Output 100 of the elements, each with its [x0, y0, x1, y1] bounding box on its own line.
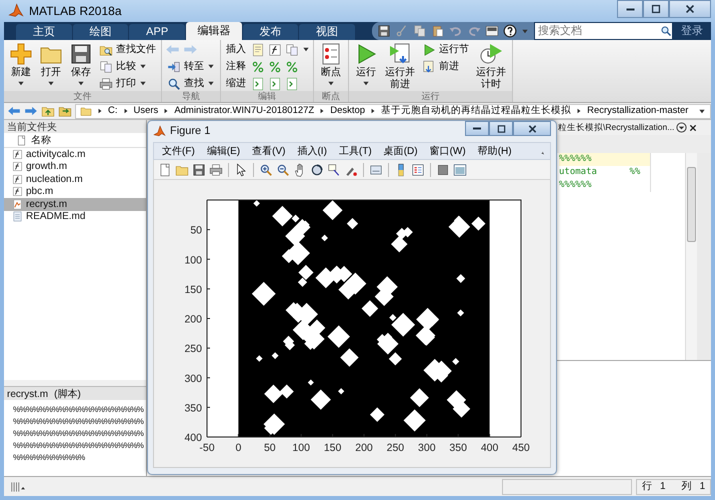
- toolstrip-button[interactable]: 注释: [224, 59, 248, 74]
- close-icon: [684, 3, 696, 15]
- chevron-icon: [97, 107, 103, 115]
- close-button[interactable]: [669, 0, 711, 18]
- close-button[interactable]: [513, 121, 551, 136]
- toolstrip-button[interactable]: 打印: [97, 76, 158, 91]
- indent-icon[interactable]: [285, 76, 299, 90]
- tick-label: 200: [184, 314, 202, 326]
- window-layout-icon[interactable]: [485, 24, 500, 38]
- ribbon-tab[interactable]: 编辑器: [186, 22, 242, 40]
- zoom-in-icon[interactable]: [259, 162, 273, 176]
- data-tip-icon[interactable]: [327, 162, 341, 176]
- toolstrip-button[interactable]: 断点: [317, 42, 345, 91]
- path-segment[interactable]: 基于元胞自动机的再结晶过程晶粒生长模拟: [381, 104, 572, 118]
- toolstrip-button[interactable]: 运行并计时: [473, 42, 509, 91]
- file-item[interactable]: recryst.m: [4, 198, 146, 210]
- toolstrip-button[interactable]: 新建: [7, 42, 35, 91]
- rotate-icon[interactable]: [310, 162, 324, 176]
- indent-icon[interactable]: [251, 76, 265, 90]
- forward-arrow-icon[interactable]: [24, 104, 38, 118]
- file-item[interactable]: README.md: [4, 210, 146, 223]
- ribbon-tab[interactable]: 视图: [299, 24, 356, 40]
- square-icon[interactable]: [436, 162, 450, 176]
- toolstrip-button[interactable]: 缩进: [224, 76, 248, 91]
- toolstrip-button[interactable]: 运行并前进: [382, 42, 418, 91]
- ribbon-tab[interactable]: 主页: [16, 24, 72, 40]
- menu-item[interactable]: 文件(F): [162, 144, 195, 158]
- document-play-icon: [388, 42, 412, 66]
- path-segment[interactable]: C:: [108, 104, 118, 118]
- toolstrip-button[interactable]: 查找文件: [97, 42, 158, 57]
- caret-icon: [207, 80, 215, 87]
- minimize-button[interactable]: [465, 121, 489, 136]
- menu-item[interactable]: 查看(V): [252, 144, 286, 158]
- caret-icon: [77, 80, 85, 87]
- caret-icon: [362, 80, 370, 87]
- path-segment[interactable]: Recrystallization-master: [587, 104, 688, 118]
- copy-icon[interactable]: [413, 24, 428, 38]
- ribbon-tab[interactable]: APP: [129, 24, 186, 40]
- caret-icon: [47, 80, 55, 87]
- sign-in-link[interactable]: 登录: [673, 22, 712, 40]
- save-icon[interactable]: [192, 162, 206, 176]
- printer-icon[interactable]: [209, 162, 223, 176]
- column-header[interactable]: 名称: [31, 132, 51, 148]
- back-arrow-icon[interactable]: [7, 104, 21, 118]
- function-file-icon: [12, 161, 23, 172]
- menu-item[interactable]: 编辑(E): [206, 144, 240, 158]
- scrollbar[interactable]: [685, 153, 697, 360]
- toolstrip-button[interactable]: 转至: [165, 59, 217, 74]
- menu-item[interactable]: 窗口(W): [430, 144, 466, 158]
- document-icon[interactable]: [285, 42, 299, 56]
- file-item[interactable]: nucleation.m: [4, 173, 146, 186]
- toolstrip-button[interactable]: 比较: [97, 59, 158, 74]
- window-icon[interactable]: [453, 162, 467, 176]
- toolstrip-button[interactable]: 保存: [67, 42, 95, 91]
- close-icon[interactable]: [689, 124, 698, 132]
- file-item[interactable]: growth.m: [4, 160, 146, 173]
- toolstrip-button[interactable]: 前进: [420, 59, 471, 74]
- menu-item[interactable]: 插入(I): [297, 144, 327, 158]
- group-label: 文件: [4, 91, 161, 102]
- paste-icon[interactable]: [431, 24, 446, 38]
- path-segment[interactable]: Administrator.WIN7U-20180127Z: [174, 104, 314, 118]
- folder-browse-icon[interactable]: [58, 104, 72, 118]
- matlab-logo-icon: [8, 3, 24, 19]
- toolstrip-button[interactable]: 打开: [37, 42, 65, 91]
- toolstrip-button[interactable]: 插入: [224, 42, 248, 57]
- ribbon-tab[interactable]: 绘图: [72, 24, 128, 40]
- zoom-out-icon[interactable]: [276, 162, 290, 176]
- tick-label: 250: [184, 343, 202, 356]
- path-segment[interactable]: Users: [134, 104, 158, 118]
- folder-up-icon[interactable]: [41, 104, 55, 118]
- link-plot-icon[interactable]: [369, 162, 383, 176]
- toolstrip-button[interactable]: 运行节: [420, 42, 471, 57]
- status-value: 1: [700, 480, 706, 494]
- menu-item[interactable]: 工具(T): [338, 144, 372, 158]
- menu-item[interactable]: 桌面(D): [384, 144, 418, 158]
- tick-label: 400: [184, 432, 202, 444]
- minimize-button[interactable]: [617, 0, 643, 18]
- indent-icon[interactable]: [268, 76, 282, 90]
- ribbon-tab[interactable]: 发布: [242, 24, 298, 40]
- save-icon[interactable]: [377, 24, 392, 38]
- tick-label: 400: [480, 442, 498, 454]
- toolstrip-button[interactable]: 运行: [352, 42, 380, 91]
- address-field[interactable]: C: Users Administrator.WIN7U-20180127Z Desktop 基于元胞自动机的再结晶过程晶粒生长模拟 Recrystallization-master: [75, 104, 712, 118]
- legend-icon[interactable]: [411, 162, 425, 176]
- pointer-icon[interactable]: [234, 162, 248, 176]
- maximize-icon: [650, 3, 662, 15]
- menu-item[interactable]: 帮助(H): [478, 144, 512, 158]
- search-field[interactable]: 搜索文档: [535, 23, 660, 39]
- new-file-icon[interactable]: [158, 162, 172, 176]
- maximize-button[interactable]: [489, 121, 513, 136]
- maximize-button[interactable]: [643, 0, 669, 18]
- caret-icon: [327, 80, 335, 87]
- file-item[interactable]: pbc.m: [4, 186, 146, 198]
- function-icon[interactable]: [268, 42, 282, 56]
- toolstrip-button[interactable]: 查找: [165, 76, 217, 91]
- search-icon[interactable]: [660, 23, 672, 39]
- path-segment[interactable]: Desktop: [330, 104, 366, 118]
- help-icon[interactable]: [503, 24, 518, 38]
- file-item[interactable]: activitycalc.m: [4, 148, 146, 160]
- dropdown-icon[interactable]: [676, 122, 688, 133]
